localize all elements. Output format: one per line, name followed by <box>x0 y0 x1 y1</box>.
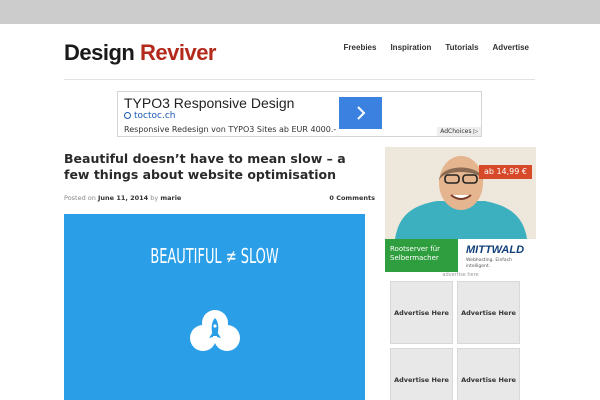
brand-tagline: Webhosting. Einfach intelligent. <box>466 258 512 269</box>
post-author[interactable]: marie <box>160 194 181 202</box>
post-meta: Posted on June 11, 2014 by marie <box>64 194 181 202</box>
ad-description: Responsive Redesign von TYPO3 Sites ab E… <box>124 125 337 134</box>
main-nav: Freebies Inspiration Tutorials Advertise <box>344 43 529 53</box>
site-logo[interactable]: Design Reviver <box>64 40 217 66</box>
adchoices-label: AdChoices <box>440 128 472 135</box>
top-banner-ad[interactable]: TYPO3 Responsive Design toctoc.ch Respon… <box>117 91 482 137</box>
green-line-1: Rootserver für <box>390 245 441 253</box>
ad-title[interactable]: TYPO3 Responsive Design <box>124 95 294 111</box>
green-tagline: Rootserver für Selbermacher <box>385 239 458 272</box>
post-hero-image[interactable]: BEAUTIFUL ≠ SLOW <box>64 214 365 400</box>
ad-arrow-button[interactable] <box>339 97 382 129</box>
price-badge: ab 14,99 € <box>478 165 532 179</box>
green-line-2: Selbermacher <box>390 254 439 262</box>
nav-inspiration[interactable]: Inspiration <box>390 43 431 53</box>
ad-slot-label: Advertise Here <box>394 375 449 384</box>
header-divider <box>64 79 535 80</box>
top-decorative-strip <box>0 0 600 24</box>
brand-name: MITTWALD <box>466 244 525 256</box>
ad-domain[interactable]: toctoc.ch <box>124 111 175 122</box>
logo-word-reviver: Reviver <box>139 40 217 65</box>
ad-slot-label: Advertise Here <box>461 375 516 384</box>
ad-slot-2[interactable]: Advertise Here <box>457 281 520 344</box>
chevron-right-icon <box>356 106 365 120</box>
posted-on-label: Posted on <box>64 194 96 202</box>
nav-tutorials[interactable]: Tutorials <box>445 43 478 53</box>
ad-slot-label: Advertise Here <box>461 308 516 317</box>
by-label: by <box>150 194 159 202</box>
cloud-rocket-icon <box>190 310 240 351</box>
post-date[interactable]: June 11, 2014 <box>98 194 148 202</box>
comments-link[interactable]: 0 Comments <box>329 194 375 202</box>
ad-slot-3[interactable]: Advertise Here <box>390 348 453 400</box>
post-title[interactable]: Beautiful doesn’t have to mean slow – a … <box>64 151 364 183</box>
hero-headline: BEAUTIFUL ≠ SLOW <box>150 244 279 268</box>
ad-bottom-bar: Rootserver für Selbermacher MITTWALD Web… <box>385 239 536 272</box>
person-photo <box>385 147 536 239</box>
ad-slot-label: Advertise Here <box>394 308 449 317</box>
adchoices-badge[interactable]: AdChoices ▷ <box>437 127 481 136</box>
globe-icon <box>124 112 131 119</box>
nav-advertise[interactable]: Advertise <box>493 43 529 53</box>
advertise-here-caption[interactable]: advertise here <box>385 272 536 279</box>
ad-slot-4[interactable]: Advertise Here <box>457 348 520 400</box>
mittwald-logo: MITTWALD Webhosting. Einfach intelligent… <box>458 239 536 272</box>
ad-domain-text: toctoc.ch <box>134 111 176 121</box>
nav-freebies[interactable]: Freebies <box>344 43 377 53</box>
sidebar-ad-mittwald[interactable]: ab 14,99 € Rootserver für Selbermacher M… <box>385 147 536 272</box>
ad-slot-1[interactable]: Advertise Here <box>390 281 453 344</box>
logo-word-design: Design <box>64 40 135 65</box>
page: Design Reviver Freebies Inspiration Tuto… <box>0 0 600 400</box>
